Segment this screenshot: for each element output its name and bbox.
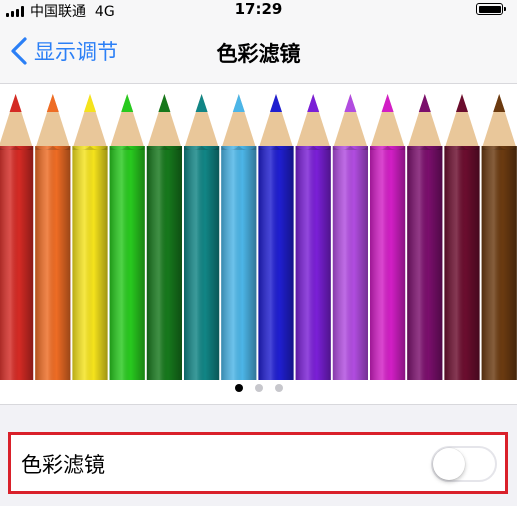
pencil-9 — [295, 94, 331, 380]
pencil-5 — [146, 94, 182, 380]
navigation-bar: 显示调节 色彩滤镜 — [0, 22, 517, 84]
pencil-14 — [481, 94, 517, 380]
pencil-6 — [184, 94, 220, 380]
page-dot-1[interactable] — [234, 384, 243, 392]
page-title: 色彩滤镜 — [216, 42, 301, 66]
toggle-knob — [433, 448, 465, 480]
pencil-3 — [72, 94, 108, 380]
pencil-1 — [0, 94, 34, 380]
pencil-12 — [407, 94, 443, 380]
page-indicator[interactable] — [0, 384, 517, 392]
pencil-13 — [444, 94, 480, 380]
page-dot-3[interactable] — [274, 384, 283, 392]
pencil-8 — [258, 94, 294, 380]
status-time: 17:29 — [234, 0, 283, 18]
color-filter-row[interactable]: 色彩滤镜 — [8, 432, 508, 494]
color-filter-label: 色彩滤镜 — [21, 453, 105, 477]
pencil-4 — [109, 94, 145, 380]
page-dot-2[interactable] — [254, 384, 263, 392]
preview-card — [0, 84, 517, 405]
colored-pencils-image[interactable] — [0, 90, 517, 380]
pencil-7 — [221, 94, 257, 380]
color-filter-toggle[interactable] — [431, 446, 497, 482]
pencil-2 — [35, 94, 71, 380]
pencil-10 — [332, 94, 368, 380]
battery-icon — [476, 3, 506, 15]
pencil-11 — [370, 94, 406, 380]
status-bar: 中国联通 4G 17:29 — [0, 0, 517, 22]
